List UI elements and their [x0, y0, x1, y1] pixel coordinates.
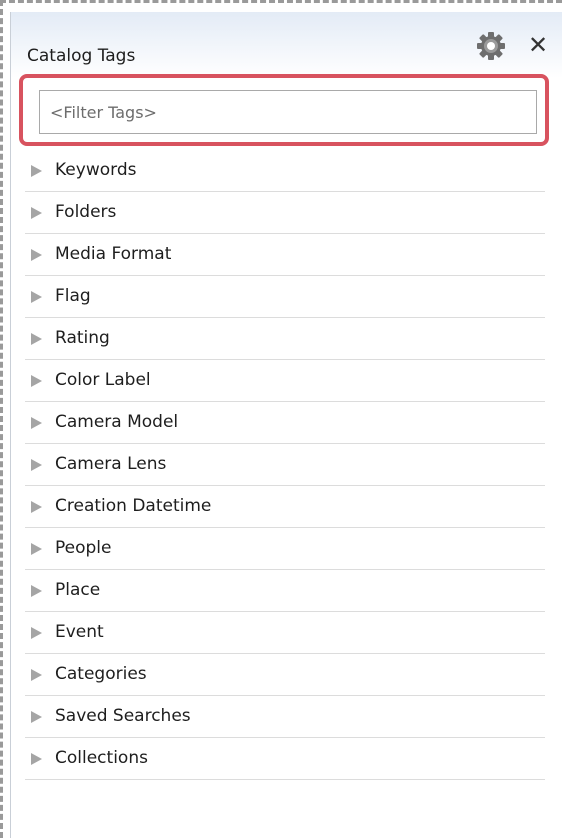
- tag-item-label: Categories: [55, 664, 147, 684]
- catalog-tags-panel: Catalog Tags ✕ <Filter Tags> Keywords Fo…: [10, 12, 562, 838]
- expand-arrow-icon[interactable]: [31, 501, 42, 513]
- tag-item-label: Camera Model: [55, 412, 179, 432]
- tag-item-label: Collections: [55, 748, 148, 768]
- expand-arrow-icon[interactable]: [31, 543, 42, 555]
- dashed-border-left: [0, 0, 3, 838]
- expand-arrow-icon[interactable]: [31, 417, 42, 429]
- tag-item-collections[interactable]: Collections: [25, 738, 545, 780]
- tag-item-categories[interactable]: Categories: [25, 654, 545, 696]
- tag-item-keywords[interactable]: Keywords: [25, 150, 545, 192]
- tag-item-event[interactable]: Event: [25, 612, 545, 654]
- tag-item-label: Saved Searches: [55, 706, 191, 726]
- expand-arrow-icon[interactable]: [31, 291, 42, 303]
- tag-item-label: Flag: [55, 286, 91, 306]
- panel-title-bar: Catalog Tags ✕: [11, 12, 562, 78]
- tag-item-folders[interactable]: Folders: [25, 192, 545, 234]
- dashed-border-top: [0, 0, 562, 3]
- expand-arrow-icon[interactable]: [31, 207, 42, 219]
- tag-item-label: Place: [55, 580, 101, 600]
- tag-list: Keywords Folders Media Format Flag Ratin…: [25, 150, 545, 780]
- panel-title: Catalog Tags: [27, 46, 136, 66]
- expand-arrow-icon[interactable]: [31, 627, 42, 639]
- tag-item-label: People: [55, 538, 112, 558]
- tag-item-flag[interactable]: Flag: [25, 276, 545, 318]
- expand-arrow-icon[interactable]: [31, 165, 42, 177]
- tag-item-saved-searches[interactable]: Saved Searches: [25, 696, 545, 738]
- tag-item-color-label[interactable]: Color Label: [25, 360, 545, 402]
- tag-item-label: Folders: [55, 202, 117, 222]
- tag-item-creation-datetime[interactable]: Creation Datetime: [25, 486, 545, 528]
- tag-item-label: Keywords: [55, 160, 137, 180]
- expand-arrow-icon[interactable]: [31, 585, 42, 597]
- tag-item-label: Media Format: [55, 244, 172, 264]
- tag-item-label: Color Label: [55, 370, 151, 390]
- expand-arrow-icon[interactable]: [31, 249, 42, 261]
- expand-arrow-icon[interactable]: [31, 753, 42, 765]
- expand-arrow-icon[interactable]: [31, 333, 42, 345]
- expand-arrow-icon[interactable]: [31, 375, 42, 387]
- expand-arrow-icon[interactable]: [31, 711, 42, 723]
- expand-arrow-icon[interactable]: [31, 669, 42, 681]
- tag-item-label: Creation Datetime: [55, 496, 212, 516]
- tag-item-place[interactable]: Place: [25, 570, 545, 612]
- tag-item-camera-model[interactable]: Camera Model: [25, 402, 545, 444]
- filter-tags-input[interactable]: [39, 90, 537, 134]
- gear-icon[interactable]: [475, 30, 507, 62]
- expand-arrow-icon[interactable]: [31, 459, 42, 471]
- tag-item-label: Event: [55, 622, 104, 642]
- tag-item-label: Camera Lens: [55, 454, 167, 474]
- tag-item-camera-lens[interactable]: Camera Lens: [25, 444, 545, 486]
- close-icon[interactable]: ✕: [525, 32, 551, 58]
- tag-item-rating[interactable]: Rating: [25, 318, 545, 360]
- tag-item-label: Rating: [55, 328, 110, 348]
- tag-item-media-format[interactable]: Media Format: [25, 234, 545, 276]
- tag-item-people[interactable]: People: [25, 528, 545, 570]
